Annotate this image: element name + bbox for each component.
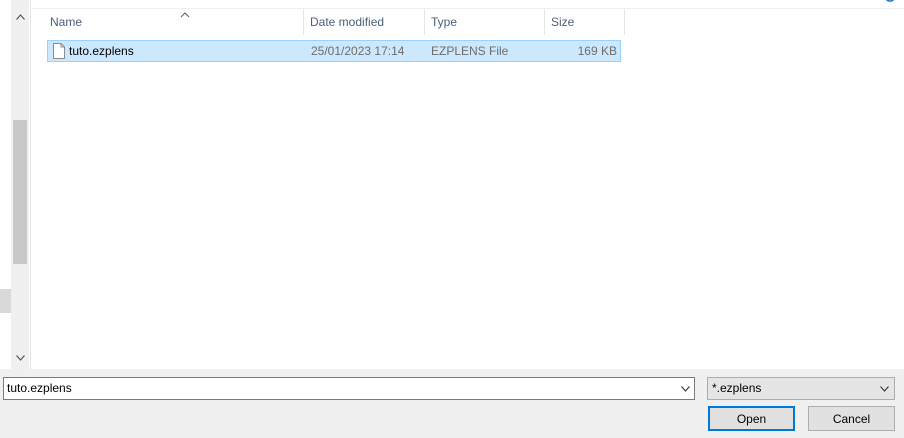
column-header-type-label: Type [431, 15, 458, 29]
file-row[interactable]: tuto.ezplens 25/01/2023 17:14 EZPLENS Fi… [47, 40, 621, 62]
help-icon[interactable] [883, 0, 897, 5]
column-header-name-label: Name [50, 15, 83, 29]
file-date-modified: 25/01/2023 17:14 [311, 44, 405, 58]
navigation-selected-item[interactable] [0, 289, 11, 313]
file-name: tuto.ezplens [69, 44, 134, 58]
file-icon [53, 43, 65, 59]
column-header-type[interactable]: Type [425, 9, 545, 35]
column-header-size-label: Size [551, 15, 575, 29]
column-header-date-modified[interactable]: Date modified [304, 9, 425, 35]
file-name-input[interactable]: tuto.ezplens [3, 377, 695, 400]
cancel-button[interactable]: Cancel [808, 406, 895, 431]
file-type-filter-select[interactable]: *.ezplens [707, 377, 895, 400]
navigation-pane[interactable] [0, 0, 30, 369]
column-header-date-label: Date modified [310, 15, 385, 29]
navigation-scrollbar[interactable] [11, 0, 29, 369]
sort-ascending-icon [180, 12, 190, 18]
file-name-input-value: tuto.ezplens [7, 381, 72, 395]
chevron-down-icon[interactable] [875, 378, 893, 399]
column-header-name[interactable]: Name [44, 9, 304, 35]
file-type: EZPLENS File [431, 44, 509, 58]
chevron-down-icon[interactable] [676, 378, 694, 399]
file-list[interactable]: Name Date modified Type Size tuto.ezplen… [31, 0, 904, 369]
open-button[interactable]: Open [708, 406, 795, 431]
scrollbar-thumb[interactable] [13, 120, 27, 264]
file-size: 169 KB [577, 44, 617, 58]
column-header-size[interactable]: Size [545, 9, 625, 35]
file-type-filter-value: *.ezplens [712, 381, 762, 395]
scroll-up-arrow-icon[interactable] [11, 8, 29, 26]
scroll-down-arrow-icon[interactable] [11, 349, 29, 367]
